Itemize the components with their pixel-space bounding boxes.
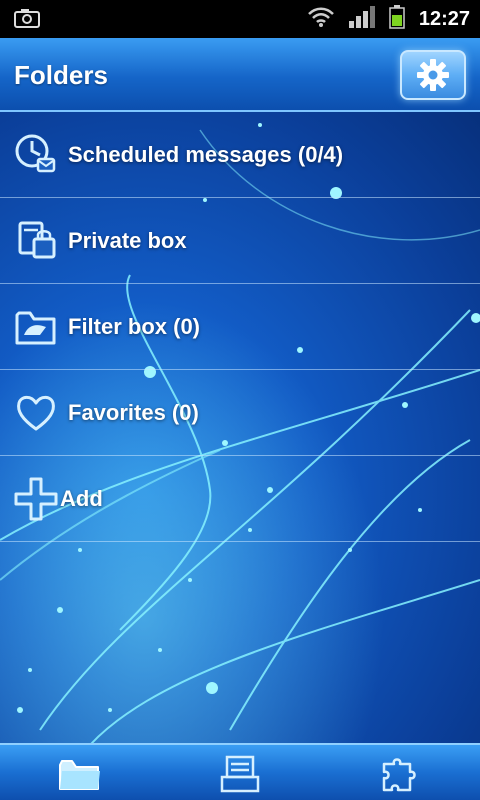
add-folder-item[interactable]: Add xyxy=(0,456,480,542)
wifi-icon xyxy=(307,6,335,33)
heart-icon xyxy=(17,395,55,430)
status-bar: 12:27 xyxy=(0,0,480,38)
clock-message-icon xyxy=(15,134,56,172)
filter-folder-icon xyxy=(15,311,56,344)
signal-icon xyxy=(348,5,375,33)
folder-label: Filter box (0) xyxy=(68,313,201,339)
folder-icon xyxy=(59,760,100,790)
tab-folders[interactable] xyxy=(50,753,110,795)
screenshot-icon xyxy=(14,8,40,33)
folder-label: Favorites (0) xyxy=(68,399,199,425)
puzzle-icon xyxy=(382,758,416,792)
folder-item-favorites[interactable]: Favorites (0) xyxy=(0,370,480,456)
message-list-icon xyxy=(220,755,260,793)
gear-icon xyxy=(417,59,449,91)
app-header: Folders xyxy=(0,38,480,112)
folder-label: Scheduled messages (0/4) xyxy=(68,141,344,167)
add-label: Add xyxy=(60,485,103,511)
status-clock: 12:27 xyxy=(418,7,470,30)
tab-messages[interactable] xyxy=(210,753,270,795)
private-box-icon xyxy=(18,221,56,258)
bottom-tab-bar xyxy=(0,743,480,800)
folder-list: Scheduled messages (0/4) Private box Fil… xyxy=(0,112,480,542)
folder-label: Private box xyxy=(68,227,187,253)
folder-item-private-box[interactable]: Private box xyxy=(0,198,480,284)
folder-item-filter-box[interactable]: Filter box (0) xyxy=(0,284,480,370)
battery-icon xyxy=(389,4,405,34)
plus-icon xyxy=(14,477,58,520)
settings-button[interactable] xyxy=(400,50,466,100)
page-title: Folders xyxy=(14,60,108,90)
folder-item-scheduled-messages[interactable]: Scheduled messages (0/4) xyxy=(0,112,480,198)
tab-plugins[interactable] xyxy=(370,753,430,795)
